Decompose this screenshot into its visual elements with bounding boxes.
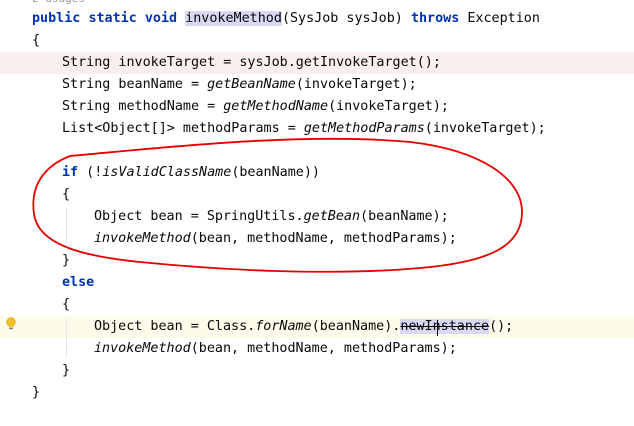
code-text: (); — [489, 319, 514, 334]
code-line-else-close: } — [0, 360, 634, 382]
code-line-signature: public static void invokeMethod(SysJob s… — [0, 8, 634, 30]
stmt-new-instance[interactable]: Object bean = Class.forName(beanName).ne… — [94, 316, 513, 338]
method-call: forName — [255, 319, 312, 334]
stmt-method-params[interactable]: List<Object[]> methodParams = getMethodP… — [62, 118, 546, 140]
code-text: List<Object[]> methodParams = — [62, 121, 304, 136]
code-text: Object bean = Class. — [94, 319, 256, 334]
code-text: (invokeTarget); — [328, 99, 449, 114]
kw-public: public — [32, 11, 81, 26]
code-line-open-brace: { — [0, 30, 634, 52]
code-line-else: else — [0, 272, 634, 294]
code-line-if: if (!isValidClassName(beanName)) — [0, 162, 634, 184]
method-name[interactable]: invokeMethod — [185, 11, 282, 26]
code-line-method-name: String methodName = getMethodName(invoke… — [0, 96, 634, 118]
method-call: invokeMethod — [94, 231, 191, 246]
indent-guide — [66, 208, 67, 248]
code-line-if-close: } — [0, 250, 634, 272]
stmt-invoke-target[interactable]: String invokeTarget = sysJob.getInvokeTa… — [62, 52, 441, 74]
code-line-method-params: List<Object[]> methodParams = getMethodP… — [0, 118, 634, 140]
code-line-else-body-2: invokeMethod(bean, methodName, methodPar… — [0, 338, 634, 360]
code-text: (! — [78, 165, 103, 180]
method-params: (SysJob sysJob) — [281, 11, 403, 26]
stmt-method-name[interactable]: String methodName = getMethodName(invoke… — [62, 96, 449, 118]
brace: } — [32, 385, 41, 400]
code-text: (bean, methodName, methodParams); — [190, 341, 457, 356]
kw-throws: throws — [410, 11, 460, 26]
code-line-close-brace: } — [0, 382, 634, 404]
method-call: getBeanName — [207, 77, 296, 92]
method-signature: public static void invokeMethod(SysJob s… — [32, 8, 540, 30]
kw-if: if — [62, 165, 79, 180]
kw-void: void — [144, 11, 178, 26]
method-call: getMethodName — [223, 99, 329, 114]
brace: { — [32, 33, 41, 48]
brace: } — [62, 253, 71, 268]
kw-else[interactable]: else — [62, 272, 94, 294]
code-text: String beanName = — [62, 77, 208, 92]
indent-guide — [66, 318, 67, 358]
stmt-get-bean[interactable]: Object bean = SpringUtils.getBean(beanNa… — [94, 206, 449, 228]
brace: { — [62, 187, 71, 202]
code-text: (beanName). — [311, 319, 401, 334]
exception-type: Exception — [467, 11, 540, 26]
lightbulb-icon[interactable] — [6, 317, 16, 331]
code-text: String methodName = — [62, 99, 224, 114]
code-line-if-body-2: invokeMethod(bean, methodName, methodPar… — [0, 228, 634, 250]
code-text: Object bean = SpringUtils. — [94, 209, 304, 224]
stmt-bean-name[interactable]: String beanName = getBeanName(invokeTarg… — [62, 74, 417, 96]
text-caret — [437, 320, 438, 336]
code-line-invoke-target: String invokeTarget = sysJob.getInvokeTa… — [0, 52, 634, 74]
code-line-if-open: { — [0, 184, 634, 206]
brace: } — [62, 363, 71, 378]
code-line-else-body-1: Object bean = Class.forName(beanName).ne… — [0, 316, 634, 338]
stmt-invoke-method[interactable]: invokeMethod(bean, methodName, methodPar… — [94, 338, 457, 360]
code-text: (bean, methodName, methodParams); — [190, 231, 457, 246]
code-line-if-body-1: Object bean = SpringUtils.getBean(beanNa… — [0, 206, 634, 228]
deprecated-call[interactable]: newInstance — [400, 319, 490, 334]
code-text: (beanName); — [360, 209, 449, 224]
if-statement[interactable]: if (!isValidClassName(beanName)) — [62, 162, 320, 184]
stmt-invoke-method[interactable]: invokeMethod(bean, methodName, methodPar… — [94, 228, 457, 250]
method-call: getMethodParams — [303, 121, 425, 136]
code-text: (beanName)) — [231, 165, 320, 180]
method-call: isValidClassName — [102, 165, 232, 180]
kw-static: static — [88, 11, 137, 26]
code-text: (invokeTarget); — [295, 77, 417, 92]
code-line-bean-name: String beanName = getBeanName(invokeTarg… — [0, 74, 634, 96]
code-line-else-open: { — [0, 294, 634, 316]
brace: { — [62, 297, 71, 312]
code-text: (invokeTarget); — [424, 121, 546, 136]
method-call: invokeMethod — [94, 341, 191, 356]
method-call: getBean — [303, 209, 361, 224]
